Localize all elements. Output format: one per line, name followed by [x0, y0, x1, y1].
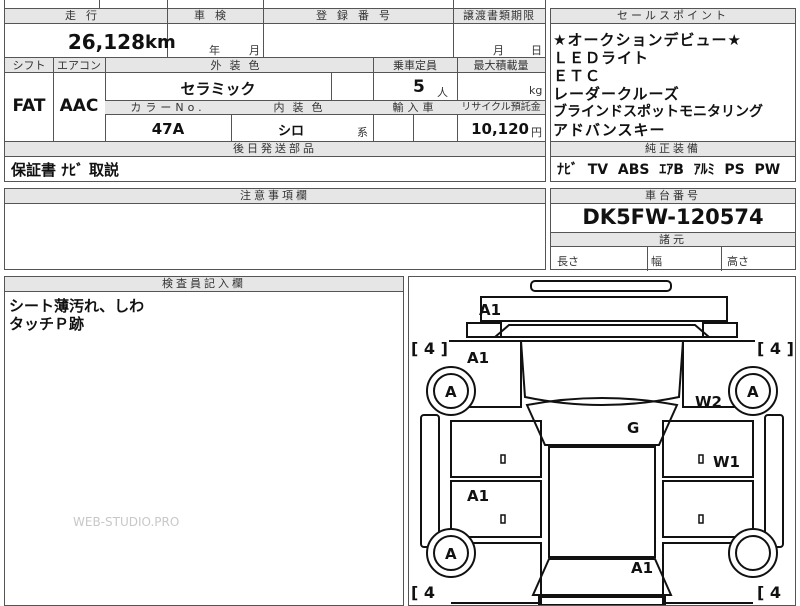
load-unit: kg	[529, 84, 543, 97]
rear-bumper-shape	[538, 596, 666, 605]
door-fl	[450, 420, 542, 478]
sales-point-line: ＬＥＤライト	[553, 49, 650, 67]
mark-hood-left: A1	[467, 349, 490, 367]
door-rl	[450, 480, 542, 538]
color-no-header: カラーNo.	[130, 101, 206, 114]
width-label: 幅	[651, 255, 662, 268]
interior-value: シロ	[277, 124, 304, 139]
height-label: 高さ	[727, 255, 749, 268]
color-no-value: 47A	[151, 120, 185, 138]
interior-suffix: 系	[357, 126, 368, 139]
mark-rear-bumper: A1	[631, 559, 654, 577]
mark-front-bumper: A1	[479, 301, 502, 319]
import-header: 輸入車	[392, 101, 438, 114]
inspection-year-label: 年	[209, 44, 220, 57]
front-panel	[480, 296, 728, 322]
divider	[721, 247, 722, 271]
equipment-header: 純正装備	[551, 142, 795, 157]
handle	[500, 514, 506, 524]
transfer-header: 譲渡書類期限	[463, 9, 535, 22]
inspector-header: 検査員記入欄	[5, 277, 403, 292]
front-grille	[492, 324, 712, 338]
shift-value: FAT	[12, 96, 46, 116]
mileage-header: 走行	[65, 9, 107, 22]
inspector-box: 検査員記入欄 シート薄汚れ、しわ タッチＰ跡 WEB-STUDIO.PRO	[4, 276, 404, 606]
sales-point-header: セールスポイント	[551, 9, 795, 24]
mileage-value: 26,128	[67, 30, 145, 54]
shift-header: シフト	[12, 59, 46, 72]
sales-point-line: ★オークションデビュー★	[553, 31, 742, 49]
tire-bracket-rl: [ 4	[411, 583, 436, 602]
recycle-header: リサイクル預託金	[461, 102, 541, 113]
capacity-unit: 人	[437, 86, 448, 99]
caution-header: 注意事項欄	[5, 189, 545, 204]
inspector-note: タッチＰ跡	[9, 315, 85, 333]
later-parts-header: 後日発送部品	[5, 142, 545, 157]
inspection-header: 車検	[194, 9, 236, 22]
hood	[519, 340, 685, 406]
dimensions-header: 諸元	[551, 232, 795, 247]
front-bumper-shape	[530, 280, 672, 292]
load-header: 最大積載量	[473, 59, 529, 72]
sales-point-line: ＥＴＣ	[553, 67, 602, 85]
capacity-header: 乗車定員	[393, 59, 437, 72]
divider	[5, 8, 545, 9]
exterior-value: セラミック	[180, 80, 256, 98]
caution-box: 注意事項欄	[4, 188, 546, 270]
length-label: 長さ	[557, 255, 579, 268]
chassis-box: 車台番号 DK5FW-120574 諸元 長さ 幅 高さ	[550, 188, 796, 271]
rocker-left	[420, 414, 440, 548]
mark-tire-rl: A	[445, 545, 457, 563]
vehicle-info-table: シフト エアコン 外装色 乗車定員 最大積載量 FAT AAC セラミック 5 …	[4, 58, 546, 142]
mark-tire-fl: A	[445, 383, 457, 401]
mileage-table: 走行 車検 登録番号 譲渡書類期限 26,128 km 年 月 月 日	[4, 0, 546, 58]
car-diagram	[420, 280, 784, 605]
capacity-value: 5	[413, 77, 425, 97]
recycle-unit: 円	[531, 126, 542, 139]
mark-tire-fr: A	[747, 383, 759, 401]
door-rr	[662, 480, 754, 538]
handle	[698, 514, 704, 524]
equipment-value: ﾅﾋﾞ TV ABS ｴｱB ｱﾙﾐ PS PW	[557, 162, 781, 178]
later-parts-box: 後日発送部品 保証書 ﾅﾋﾞ 取説	[4, 142, 546, 182]
inspection-month-label: 月	[249, 44, 260, 57]
handle	[698, 454, 704, 464]
transfer-month-label: 月	[493, 44, 504, 57]
mileage-unit: km	[145, 32, 176, 53]
rocker-right	[764, 414, 784, 548]
handle	[500, 454, 506, 464]
divider	[413, 115, 414, 142]
mark-front-door-right: W2	[695, 393, 722, 411]
left-mirror	[466, 322, 502, 338]
registration-header: 登録番号	[316, 9, 400, 22]
mark-roof: G	[627, 419, 640, 437]
divider	[99, 0, 100, 8]
sales-point-line: アドバンスキー	[553, 121, 666, 139]
watermark: WEB-STUDIO.PRO	[73, 515, 180, 529]
tire-rr-inner	[735, 535, 771, 571]
mark-rear-door-right: W1	[713, 453, 740, 471]
right-mirror	[702, 322, 738, 338]
car-diagram-box: [ 4 ] [ 4 ] [ 4 [ 4 A1 A1 A A W2 G W1 A1…	[408, 276, 796, 606]
mark-rear-door-left: A1	[467, 487, 490, 505]
recycle-value: 10,120	[471, 120, 529, 138]
later-parts-value: 保証書 ﾅﾋﾞ 取説	[11, 161, 119, 179]
tire-bracket-fr: [ 4 ]	[757, 339, 794, 358]
divider	[331, 73, 332, 100]
tire-bracket-fl: [ 4 ]	[411, 339, 448, 358]
sales-point-box: セールスポイント ★オークションデビュー★ ＬＥＤライト ＥＴＣ レーダークルー…	[550, 8, 796, 142]
roof	[548, 446, 656, 558]
divider	[647, 247, 648, 271]
sales-point-line: レーダークルーズ	[553, 85, 680, 103]
interior-header: 内装色	[273, 101, 331, 114]
sales-point-line: ブラインドスポットモニタリング	[553, 104, 763, 120]
ac-header: エアコン	[57, 59, 101, 72]
ac-value: AAC	[59, 96, 99, 116]
exterior-header: 外装色	[210, 59, 268, 72]
equipment-box: 純正装備 ﾅﾋﾞ TV ABS ｴｱB ｱﾙﾐ PS PW	[550, 142, 796, 182]
tire-bracket-rr: [ 4	[757, 583, 782, 602]
chassis-value: DK5FW-120574	[582, 205, 764, 229]
transfer-day-label: 日	[531, 44, 542, 57]
chassis-header: 車台番号	[551, 189, 795, 204]
